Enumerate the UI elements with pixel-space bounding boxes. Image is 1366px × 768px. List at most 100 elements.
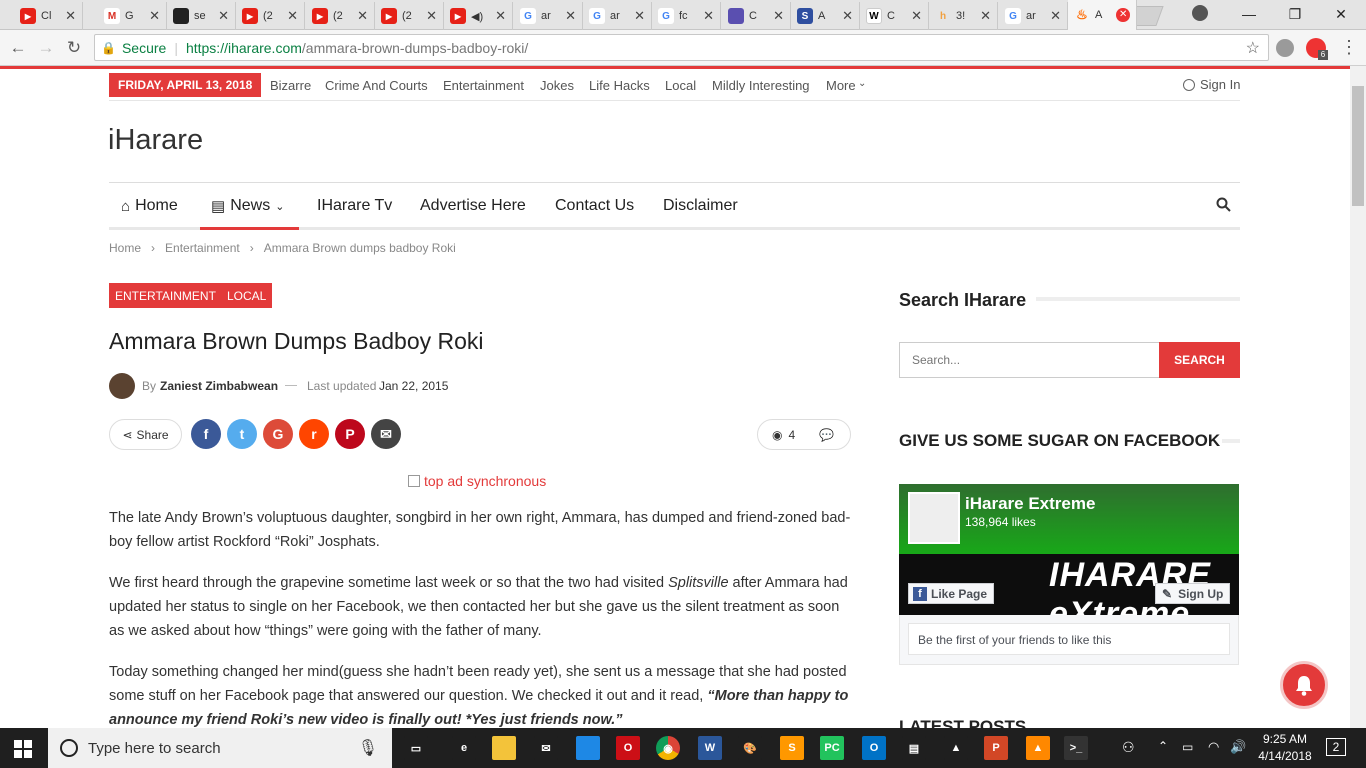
search-icon[interactable] [1216,197,1231,217]
top-ad-image[interactable]: top ad synchronous [408,473,546,489]
tab-close-icon[interactable]: ✕ [911,8,922,24]
notification-bell-icon[interactable] [1280,661,1328,709]
breadcrumb-home[interactable]: Home [109,241,141,255]
word-icon[interactable]: W [698,736,722,760]
volume-icon[interactable]: 🔊 [1230,739,1246,755]
taskbar-clock[interactable]: 9:25 AM 4/14/2018 [1255,732,1315,763]
google-share-icon[interactable]: G [263,419,293,449]
opera-icon[interactable]: O [616,736,640,760]
extension-icon[interactable] [1276,39,1294,57]
sublime-icon[interactable]: S [780,736,804,760]
browser-tab[interactable]: ♨ A ✕ [1068,0,1137,30]
top-link-more[interactable]: More [826,78,856,93]
comments-icon[interactable]: 💬 [819,428,834,442]
nav-item-news[interactable]: ▤ News ⌄ [211,197,284,215]
browser-tab[interactable]: ▶ Cl ✕ [14,2,83,30]
blue-app-icon[interactable] [576,736,600,760]
browser-tab[interactable]: C ✕ [722,2,791,30]
nav-item-iharare-tv[interactable]: IHarare Tv [317,197,392,215]
pinterest-share-icon[interactable]: P [335,419,365,449]
chrome-icon[interactable]: ◉ [656,736,680,760]
wifi-icon[interactable]: ◠ [1208,739,1219,755]
facebook-share-icon[interactable]: f [191,419,221,449]
browser-tab[interactable]: W C ✕ [860,2,929,30]
top-link-mildly-interesting[interactable]: Mildly Interesting [712,78,810,93]
tab-close-icon[interactable]: ✕ [426,8,437,24]
sidebar-search-button[interactable]: SEARCH [1159,342,1240,378]
address-bar[interactable]: 🔒 Secure | https://iharare.com/ammara-br… [94,34,1269,61]
facebook-signup-button[interactable]: ✎ Sign Up [1155,583,1230,604]
microphone-icon[interactable]: 🎙 [358,738,378,758]
twitter-share-icon[interactable]: t [227,419,257,449]
menu-icon[interactable]: ⋮ [1340,38,1358,56]
tab-close-icon[interactable]: ✕ [218,8,229,24]
minimize-button[interactable]: — [1226,0,1272,28]
forward-icon[interactable]: → [34,36,58,60]
paint-icon[interactable]: 🎨 [738,736,762,760]
tab-close-icon[interactable]: ✕ [565,8,576,24]
close-window-button[interactable]: ✕ [1318,0,1364,28]
tab-close-icon[interactable]: ✕ [634,8,645,24]
nav-item-disclaimer[interactable]: Disclaimer [663,197,738,215]
top-link-crime-and-courts[interactable]: Crime And Courts [325,78,428,93]
top-link-life-hacks[interactable]: Life Hacks [589,78,650,93]
author-avatar[interactable] [109,373,135,399]
photos-icon[interactable]: ▲ [944,736,968,760]
top-link-bizarre[interactable]: Bizarre [270,78,311,93]
action-center-icon[interactable]: 2 [1326,738,1346,756]
browser-tab[interactable]: h 3! ✕ [929,2,998,30]
scrollbar-thumb[interactable] [1352,86,1364,206]
browser-tab[interactable]: Gar ✕ [583,2,652,30]
facebook-page-banner[interactable]: IHARARE eXtreme iHarare Extreme 138,964 … [899,484,1239,615]
browser-tab[interactable]: Gar ✕ [999,2,1068,30]
sidebar-search-input[interactable] [899,342,1160,378]
nav-item-home[interactable]: ⌂ Home [121,197,178,215]
pycharm-icon[interactable]: PC [820,736,844,760]
tab-close-icon[interactable]: ✕ [287,8,298,24]
file-explorer-icon[interactable] [492,736,516,760]
tab-close-icon[interactable]: ✕ [357,8,368,24]
browser-tab[interactable]: ▶ ◀) ✕ [444,2,513,30]
nav-item-advertise-here[interactable]: Advertise Here [420,197,526,215]
reload-icon[interactable]: ↻ [62,36,86,60]
category-entertainment[interactable]: ENTERTAINMENT [109,283,222,308]
top-link-local[interactable]: Local [665,78,696,93]
tab-close-icon[interactable]: ✕ [980,8,991,24]
vlc-icon[interactable]: ▲ [1026,736,1050,760]
tab-close-icon[interactable]: ✕ [773,8,784,24]
mail-icon[interactable]: ✉ [534,736,558,760]
more-chevron-icon[interactable]: ⌄ [858,78,866,89]
breadcrumb-entertainment[interactable]: Entertainment [165,241,240,255]
tab-close-icon[interactable]: ✕ [1050,8,1061,24]
browser-tab[interactable]: M G ✕ [98,2,167,30]
tab-close-icon[interactable]: ✕ [149,8,160,24]
browser-tab[interactable]: ▶ (2 ✕ [306,2,375,30]
facebook-page-name[interactable]: iHarare Extreme [965,494,1095,514]
browser-tab[interactable]: S A ✕ [791,2,860,30]
top-link-jokes[interactable]: Jokes [540,78,574,93]
windows-start-icon[interactable] [14,740,32,758]
site-logo[interactable]: iHarare [108,124,203,157]
outlook-icon[interactable]: O [862,736,886,760]
tab-close-icon[interactable]: ✕ [842,8,853,24]
terminal-icon[interactable]: >_ [1064,736,1088,760]
share-button[interactable]: ⋖ Share [109,419,182,450]
browser-tab[interactable]: Gar ✕ [514,2,583,30]
powerpoint-icon[interactable]: P [984,736,1008,760]
browser-tab[interactable]: Gfc ✕ [652,2,721,30]
profile-icon[interactable] [1192,5,1208,21]
taskbar-search-box[interactable]: Type here to search 🎙 [48,728,392,768]
edge-icon[interactable]: e [452,736,476,760]
top-link-entertainment[interactable]: Entertainment [443,78,524,93]
battery-icon[interactable]: ▭ [1182,740,1193,754]
bookmark-star-icon[interactable]: ☆ [1246,38,1260,58]
browser-tab[interactable]: ▶ (2 ✕ [375,2,444,30]
tab-close-icon[interactable]: ✕ [65,8,76,24]
reddit-share-icon[interactable]: r [299,419,329,449]
notepad-icon[interactable]: ▤ [902,736,926,760]
tab-close-icon[interactable]: ✕ [703,8,714,24]
restore-button[interactable]: ❐ [1272,0,1318,28]
email-share-icon[interactable]: ✉ [371,419,401,449]
author-name[interactable]: Zaniest Zimbabwean [160,379,278,393]
tab-close-icon[interactable]: ✕ [1116,8,1130,22]
